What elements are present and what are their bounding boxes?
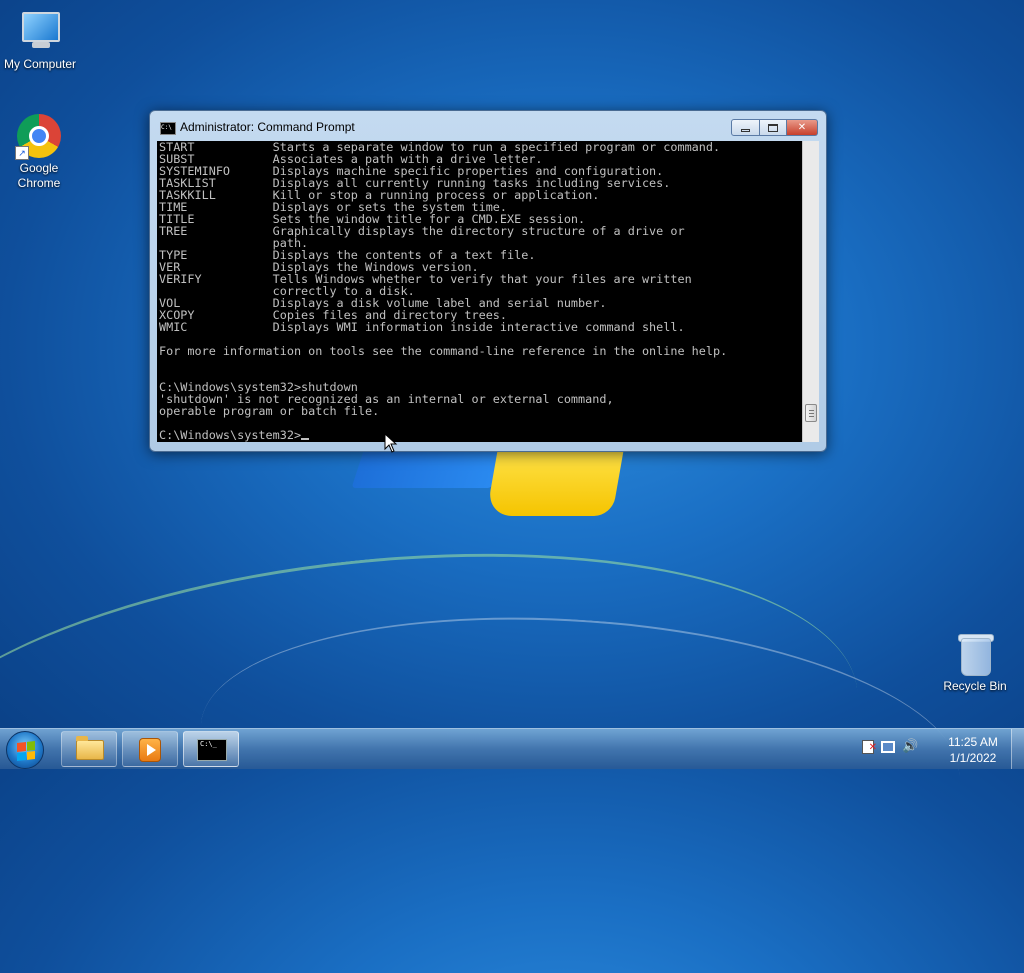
start-button[interactable] [6,731,44,769]
desktop-icon-label: Google Chrome [17,161,61,190]
minimize-button[interactable] [731,119,760,136]
network-icon[interactable] [881,741,895,753]
window-title: Administrator: Command Prompt [180,120,355,134]
desktop-icon-my-computer[interactable]: My Computer [0,10,80,71]
scrollbar-thumb[interactable] [805,404,817,422]
taskbar-command-prompt[interactable]: C:\_ [183,731,239,767]
console-line: WMIC Displays WMI information inside int… [159,320,685,334]
taskbar-clock[interactable]: 11:25 AM 1/1/2022 [940,734,1006,766]
volume-icon[interactable]: 🔊 [902,739,918,755]
desktop-icon-recycle-bin[interactable]: Recycle Bin [935,632,1015,693]
taskbar-media-player[interactable] [122,731,178,767]
text-cursor [301,438,310,440]
computer-icon [18,10,62,54]
console-line: operable program or batch file. [159,404,380,418]
console-line: For more information on tools see the co… [159,344,728,358]
media-player-icon [139,738,161,762]
taskbar: C:\_ 🔊 11:25 AM 1/1/2022 [0,728,1024,769]
desktop-icon-google-chrome[interactable]: ↗ Google Chrome [0,114,79,191]
maximize-button[interactable] [760,119,787,136]
command-prompt-line[interactable]: C:\Windows\system32> [159,428,301,442]
recycle-bin-icon [953,632,997,676]
command-prompt-window[interactable]: C:\ Administrator: Command Prompt ✕ STAR… [149,110,827,452]
title-bar[interactable]: C:\ Administrator: Command Prompt ✕ [150,111,826,141]
desktop-icon-label: My Computer [3,57,77,71]
cmd-icon: C:\ [160,122,176,135]
clock-time: 11:25 AM [948,735,998,749]
show-desktop-button[interactable] [1011,729,1024,769]
taskbar-windows-explorer[interactable] [61,731,117,767]
maximize-icon [768,123,778,132]
clock-date: 1/1/2022 [949,751,997,765]
action-center-flag-icon[interactable] [862,740,877,756]
console-output[interactable]: START Starts a separate window to run a … [157,141,802,442]
shortcut-arrow-icon: ↗ [15,146,29,160]
folder-icon [76,736,104,760]
close-button[interactable]: ✕ [787,119,818,136]
wallpaper-logo-blue [351,448,505,488]
window-controls: ✕ [731,119,818,136]
console-text: START Starts a separate window to run a … [157,141,802,429]
mouse-pointer-icon [384,433,398,453]
windows-logo-icon [17,741,35,761]
minimize-icon [741,129,750,132]
chrome-icon: ↗ [15,114,61,160]
system-tray: 🔊 [862,739,918,756]
close-icon: ✕ [797,122,807,133]
vertical-scrollbar[interactable] [802,141,819,442]
desktop-icon-label: Recycle Bin [943,679,1007,693]
cmd-icon: C:\_ [197,739,227,761]
wallpaper-logo-yellow [486,448,624,516]
